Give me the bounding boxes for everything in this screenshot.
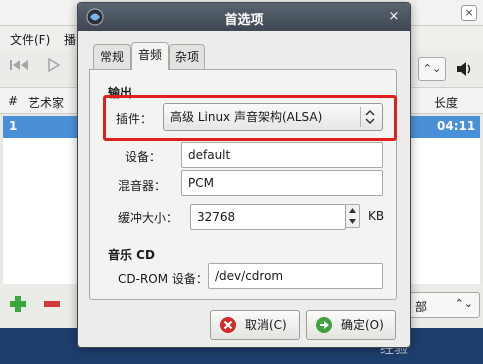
previous-track-icon[interactable] — [8, 58, 30, 80]
combo-arrows-icon: ⌃⌄ — [454, 297, 473, 310]
mixer-field[interactable]: PCM — [181, 170, 383, 196]
player-close-button[interactable]: × — [461, 5, 477, 21]
tab-audio[interactable]: 音频 — [131, 42, 169, 70]
cancel-button[interactable]: 取消(C) — [210, 310, 300, 340]
column-number[interactable]: # — [8, 94, 18, 108]
volume-icon[interactable] — [455, 59, 475, 79]
menu-file[interactable]: 文件(F) — [10, 31, 50, 48]
dialog-title: 首选项 — [224, 13, 264, 28]
plugin-label: 插件： — [116, 112, 153, 126]
tab-general[interactable]: 常规 — [93, 44, 131, 70]
device-field[interactable]: default — [181, 142, 383, 168]
buffer-unit: KB — [368, 209, 385, 223]
cd-section-title: 音乐 CD — [108, 248, 155, 262]
cancel-button-label: 取消(C) — [245, 318, 287, 332]
plugin-select-value: 高级 Linux 声音架构(ALSA) — [170, 110, 323, 124]
cdrom-label: CD-ROM 设备： — [118, 272, 208, 286]
ok-button-label: 确定(O) — [341, 318, 384, 332]
column-length[interactable]: 长度 — [434, 94, 458, 111]
toolbar-combo[interactable]: ⌃⌄ — [418, 57, 446, 81]
buffer-spinner[interactable] — [345, 204, 360, 228]
row-length: 04:11 — [437, 119, 476, 133]
tab-misc[interactable]: 杂项 — [169, 44, 205, 70]
combo-arrows-icon — [360, 107, 378, 127]
buffer-label: 缓冲大小： — [118, 211, 179, 225]
dialog-titlebar: 首选项 × — [78, 3, 410, 31]
cdrom-field[interactable]: /dev/cdrom — [208, 263, 383, 289]
plugin-select[interactable]: 高级 Linux 声音架构(ALSA) — [163, 103, 383, 131]
buffer-size-field[interactable]: 32768 — [190, 204, 346, 230]
menu-play[interactable]: 播 — [64, 31, 76, 48]
mixer-label: 混音器： — [118, 179, 167, 193]
play-icon[interactable] — [42, 57, 64, 80]
remove-icon[interactable] — [42, 294, 62, 314]
column-artist[interactable]: 艺术家 — [28, 94, 64, 111]
ok-button[interactable]: 确定(O) — [306, 310, 396, 340]
add-icon[interactable] — [8, 294, 28, 314]
bottom-combo[interactable]: 部 ⌃⌄ — [408, 292, 480, 318]
device-label: 设备： — [125, 150, 162, 164]
ok-icon — [316, 317, 332, 333]
dialog-close-button[interactable]: × — [386, 9, 402, 25]
bottom-combo-text: 部 — [415, 300, 428, 314]
cancel-icon — [220, 317, 236, 333]
row-number: 1 — [9, 119, 18, 133]
